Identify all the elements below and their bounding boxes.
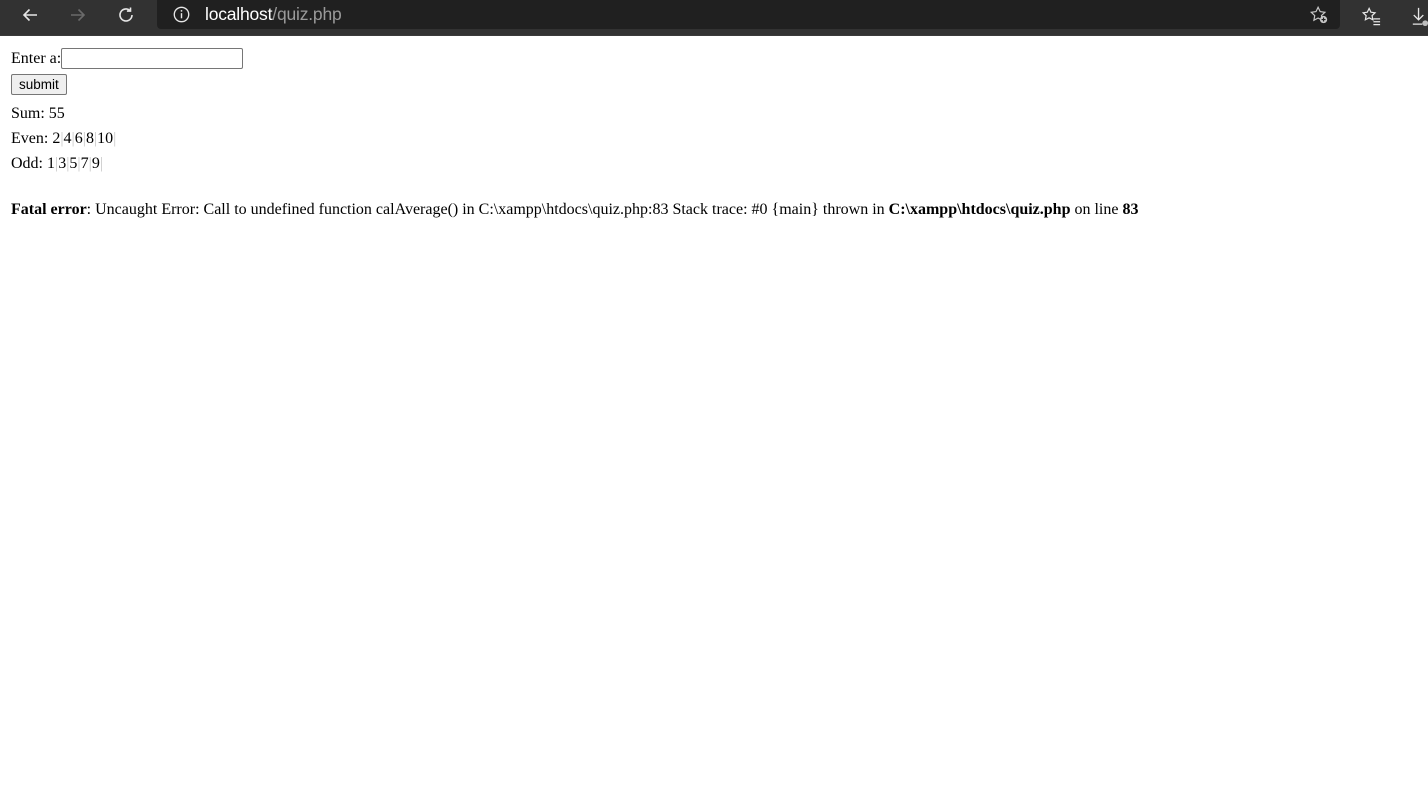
downloads-icon	[1412, 7, 1428, 26]
sum-label: Sum:	[11, 105, 49, 122]
even-label: Even:	[11, 130, 53, 147]
input-form: Enter a:	[11, 46, 1417, 70]
info-icon	[173, 6, 189, 23]
a-input[interactable]	[61, 47, 244, 69]
even-value: 10	[97, 130, 114, 147]
input-label: Enter a:	[11, 49, 62, 67]
even-line: Even: 2|4|6|8|10|	[11, 126, 1417, 151]
fatal-error-message: Fatal error: Uncaught Error: Call to und…	[11, 197, 1417, 222]
odd-value: 9	[91, 155, 100, 172]
refresh-button[interactable]	[110, 2, 142, 28]
error-message: : Uncaught Error: Call to undefined func…	[86, 201, 889, 218]
favorites-list-icon	[1361, 6, 1380, 25]
forward-arrow-icon	[71, 8, 86, 22]
even-value: 8	[85, 130, 94, 147]
forward-button[interactable]	[62, 2, 94, 28]
add-favorite-button[interactable]	[1308, 4, 1330, 26]
url-path: /quiz.php	[272, 4, 342, 24]
add-favorite-icon	[1309, 5, 1328, 24]
separator: |	[113, 130, 117, 147]
favorites-button[interactable]	[1358, 3, 1384, 29]
odd-value: 3	[58, 155, 67, 172]
error-title: Fatal error	[11, 201, 87, 218]
even-value: 4	[63, 130, 72, 147]
url-text: localhost/quiz.php	[205, 4, 342, 25]
even-value: 6	[74, 130, 83, 147]
error-line-number: 83	[1122, 201, 1139, 218]
error-on-line: on line	[1070, 201, 1123, 218]
refresh-icon	[119, 7, 133, 22]
odd-value: 7	[80, 155, 89, 172]
downloads-button[interactable]	[1406, 3, 1428, 29]
address-bar[interactable]: localhost/quiz.php	[157, 0, 1340, 29]
back-button[interactable]	[14, 2, 46, 28]
url-host: localhost	[205, 4, 273, 24]
error-file: C:\xampp\htdocs\quiz.php	[888, 201, 1071, 218]
separator: |	[99, 155, 104, 172]
page-content: Enter a: submit Sum: 55 Even: 2|4|6|8|10…	[0, 46, 1428, 222]
odd-label: Odd:	[11, 155, 47, 172]
browser-toolbar: localhost/quiz.php	[0, 0, 1428, 36]
sum-value: 55	[48, 105, 65, 122]
submit-button[interactable]: submit	[11, 74, 67, 95]
odd-line: Odd: 1|3|5|7|9|	[11, 151, 1417, 176]
site-info-button[interactable]	[171, 5, 191, 25]
odd-value: 1	[47, 155, 55, 172]
sum-line: Sum: 55	[11, 101, 1417, 126]
back-arrow-icon	[22, 8, 37, 22]
